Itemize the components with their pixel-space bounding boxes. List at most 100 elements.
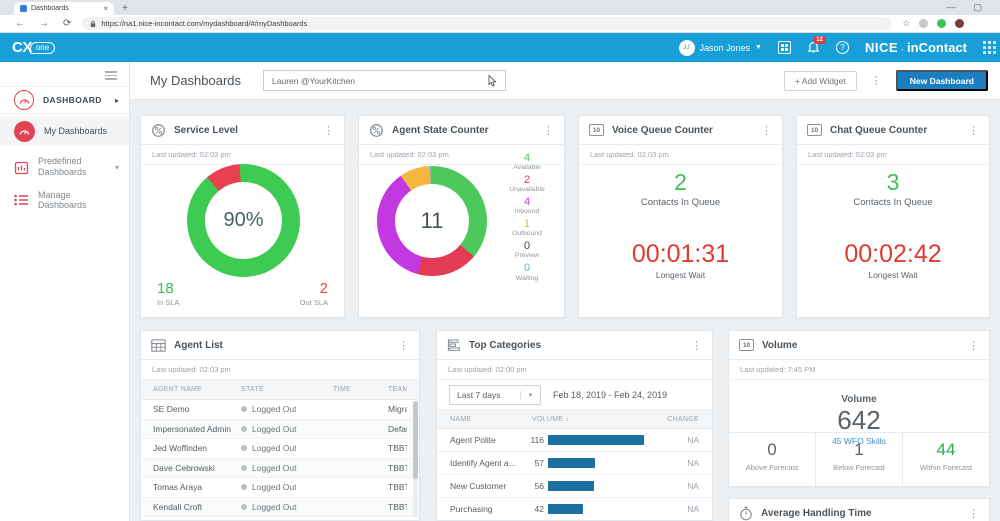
forward-button[interactable]: →	[39, 18, 49, 29]
legend-item: 0Waiting	[498, 262, 556, 281]
reload-button[interactable]: ⟳	[63, 18, 71, 29]
browser-window: Dashboards × + — ▢ ← → ⟳ https://na1.nic…	[0, 0, 1000, 521]
table-row[interactable]: Agent Polite116NA	[437, 429, 712, 452]
notifications-button[interactable]: 12	[807, 41, 820, 55]
top-categories-body: Agent Polite116NAIdentify Agent a...57NA…	[437, 429, 712, 521]
widget-kebab-menu[interactable]: ⋮	[761, 124, 772, 137]
legend-item: 1Outbound	[498, 218, 556, 237]
browser-tab-strip: Dashboards × + — ▢	[0, 0, 1000, 15]
browser-tab[interactable]: Dashboards ×	[14, 2, 114, 15]
user-avatar: JJ	[679, 40, 695, 56]
state-dot-icon	[241, 426, 247, 432]
app-top-nav: CX one JJ Jason Jones ▼ 12 ? NICE · inCo…	[0, 33, 1000, 62]
table-row[interactable]: Austin BrownLogged OutTBBT Te	[141, 517, 419, 521]
list-icon	[14, 194, 29, 206]
widget-kebab-menu[interactable]: ⋮	[398, 339, 409, 352]
in-sla-stat: 18 In SLA	[157, 280, 180, 307]
longest-wait-label: Longest Wait	[579, 270, 782, 280]
browser-profile-avatar[interactable]	[955, 19, 964, 28]
table-row[interactable]: Impersonated AdminLogged OutDefaultT	[141, 420, 419, 440]
table-row[interactable]: Identify Agent a...57NA	[437, 452, 712, 475]
volume-bar	[548, 481, 594, 491]
widget-voice-queue-counter: 10 Voice Queue Counter ⋮ Last updated: 0…	[578, 115, 783, 318]
state-dot-icon	[241, 504, 247, 510]
sidebar-item-predefined-dashboards[interactable]: Predefined Dashboards ▾	[0, 150, 129, 184]
table-row[interactable]: Dave CebrowskiLogged OutTBBT Te	[141, 459, 419, 479]
state-dot-icon	[241, 445, 247, 451]
volume-sort-header[interactable]: VOLUME ↓	[532, 416, 632, 423]
agent-state-donut: 11	[377, 166, 487, 276]
chevron-right-icon: ▸	[115, 96, 119, 105]
stopwatch-icon	[739, 506, 753, 521]
header-kebab-menu[interactable]: ⋮	[867, 74, 886, 87]
contacts-in-queue-label: Contacts In Queue	[579, 197, 782, 208]
tab-title: Dashboards	[31, 5, 99, 12]
widget-kebab-menu[interactable]: ⋮	[968, 507, 979, 520]
state-dot-icon	[241, 484, 247, 490]
widget-service-level: Service Level ⋮ Last updated: 02:03 pm 9…	[140, 115, 345, 318]
forecast-stat: 1Below Forecast	[815, 433, 902, 486]
contacts-in-queue-value: 2	[579, 171, 782, 194]
dashboard-grid: Service Level ⋮ Last updated: 02:03 pm 9…	[130, 100, 1000, 521]
table-icon	[151, 339, 166, 352]
user-menu[interactable]: JJ Jason Jones ▼	[679, 40, 762, 56]
apps-icon[interactable]	[778, 41, 791, 54]
longest-wait-value: 00:02:42	[797, 242, 989, 267]
widget-kebab-menu[interactable]: ⋮	[323, 124, 334, 137]
date-range-select[interactable]: Last 7 days ▾	[449, 385, 541, 405]
volume-label: Volume	[729, 394, 989, 405]
address-bar[interactable]: https://na1.nice-incontact.com/mydashboa…	[82, 17, 892, 30]
sidebar-item-manage-dashboards[interactable]: Manage Dashboards	[0, 188, 129, 212]
table-row[interactable]: Purchasing42NA	[437, 498, 712, 521]
agent-list-scrollbar[interactable]	[413, 401, 418, 518]
add-widget-button[interactable]: + Add Widget	[784, 71, 857, 91]
back-button[interactable]: ←	[15, 18, 25, 29]
extension-icon[interactable]	[919, 19, 928, 28]
forecast-summary: 0Above Forecast1Below Forecast44Within F…	[729, 432, 989, 486]
date-range-text: Feb 18, 2019 - Feb 24, 2019	[553, 390, 667, 400]
chevron-down-icon: ▼	[755, 44, 762, 51]
cursor-pointer-icon	[488, 75, 497, 87]
sidebar: DASHBOARD ▸ My Dashboards Predefined Das…	[0, 62, 130, 521]
table-row[interactable]: Tomas ArayaLogged OutTBBT Te	[141, 478, 419, 498]
sidebar-item-my-dashboards[interactable]: My Dashboards	[0, 117, 129, 145]
widget-agent-state-counter: Agent State Counter ⋮ Last updated: 02:0…	[358, 115, 565, 318]
window-maximize-button[interactable]: ▢	[973, 3, 982, 12]
table-row[interactable]: Kendall CroftLogged OutTBBT Te	[141, 498, 419, 518]
widget-kebab-menu[interactable]: ⋮	[543, 124, 554, 137]
table-row[interactable]: SE DemoLogged OutMigratio	[141, 400, 419, 420]
last-updated: Last updated: 02:03 pm	[141, 145, 344, 165]
last-updated: Last updated: 02:03 pm	[579, 145, 782, 165]
gauge-icon	[14, 90, 34, 110]
widget-volume: 10 Volume ⋮ Last updated: 7:45 PM Volume…	[728, 330, 990, 487]
extension-green-icon[interactable]	[937, 19, 946, 28]
new-dashboard-button[interactable]: New Dashboard	[896, 70, 988, 91]
chevron-down-icon: ▾	[520, 391, 540, 399]
legend-item: 4Inbound	[498, 196, 556, 215]
widget-kebab-menu[interactable]: ⋮	[968, 339, 979, 352]
volume-bar	[548, 458, 595, 468]
waffle-menu-icon[interactable]	[983, 41, 996, 54]
sidebar-collapse-icon[interactable]	[105, 71, 117, 80]
agent-list-column-headers: AGENT NAME STATE TIME TEAM	[141, 380, 419, 400]
service-level-donut: 90%	[187, 164, 300, 277]
tab-close-icon[interactable]: ×	[103, 5, 108, 13]
widget-kebab-menu[interactable]: ⋮	[691, 339, 702, 352]
table-row[interactable]: New Customer56NA	[437, 475, 712, 498]
help-button[interactable]: ?	[836, 41, 849, 54]
counter-icon: 10	[589, 124, 604, 136]
window-minimize-button[interactable]: —	[946, 3, 955, 12]
new-tab-button[interactable]: +	[122, 2, 128, 15]
tab-favicon-icon	[20, 5, 27, 12]
table-row[interactable]: Jed WoffindenLogged OutTBBT Te	[141, 439, 419, 459]
last-updated: Last updated: 02:03 pm	[797, 145, 989, 165]
bookmark-star-icon[interactable]: ☆	[902, 18, 910, 29]
dashboard-name-input[interactable]: Lauren @YourKitchen	[263, 70, 506, 91]
widget-kebab-menu[interactable]: ⋮	[968, 124, 979, 137]
user-name: Jason Jones	[700, 43, 751, 53]
cxone-logo[interactable]: CX one	[12, 39, 55, 56]
sidebar-section-dashboard[interactable]: DASHBOARD ▸	[0, 86, 129, 114]
forecast-stat: 44Within Forecast	[902, 433, 989, 486]
notification-badge: 12	[813, 36, 826, 44]
legend-item: 4Available	[498, 152, 556, 171]
